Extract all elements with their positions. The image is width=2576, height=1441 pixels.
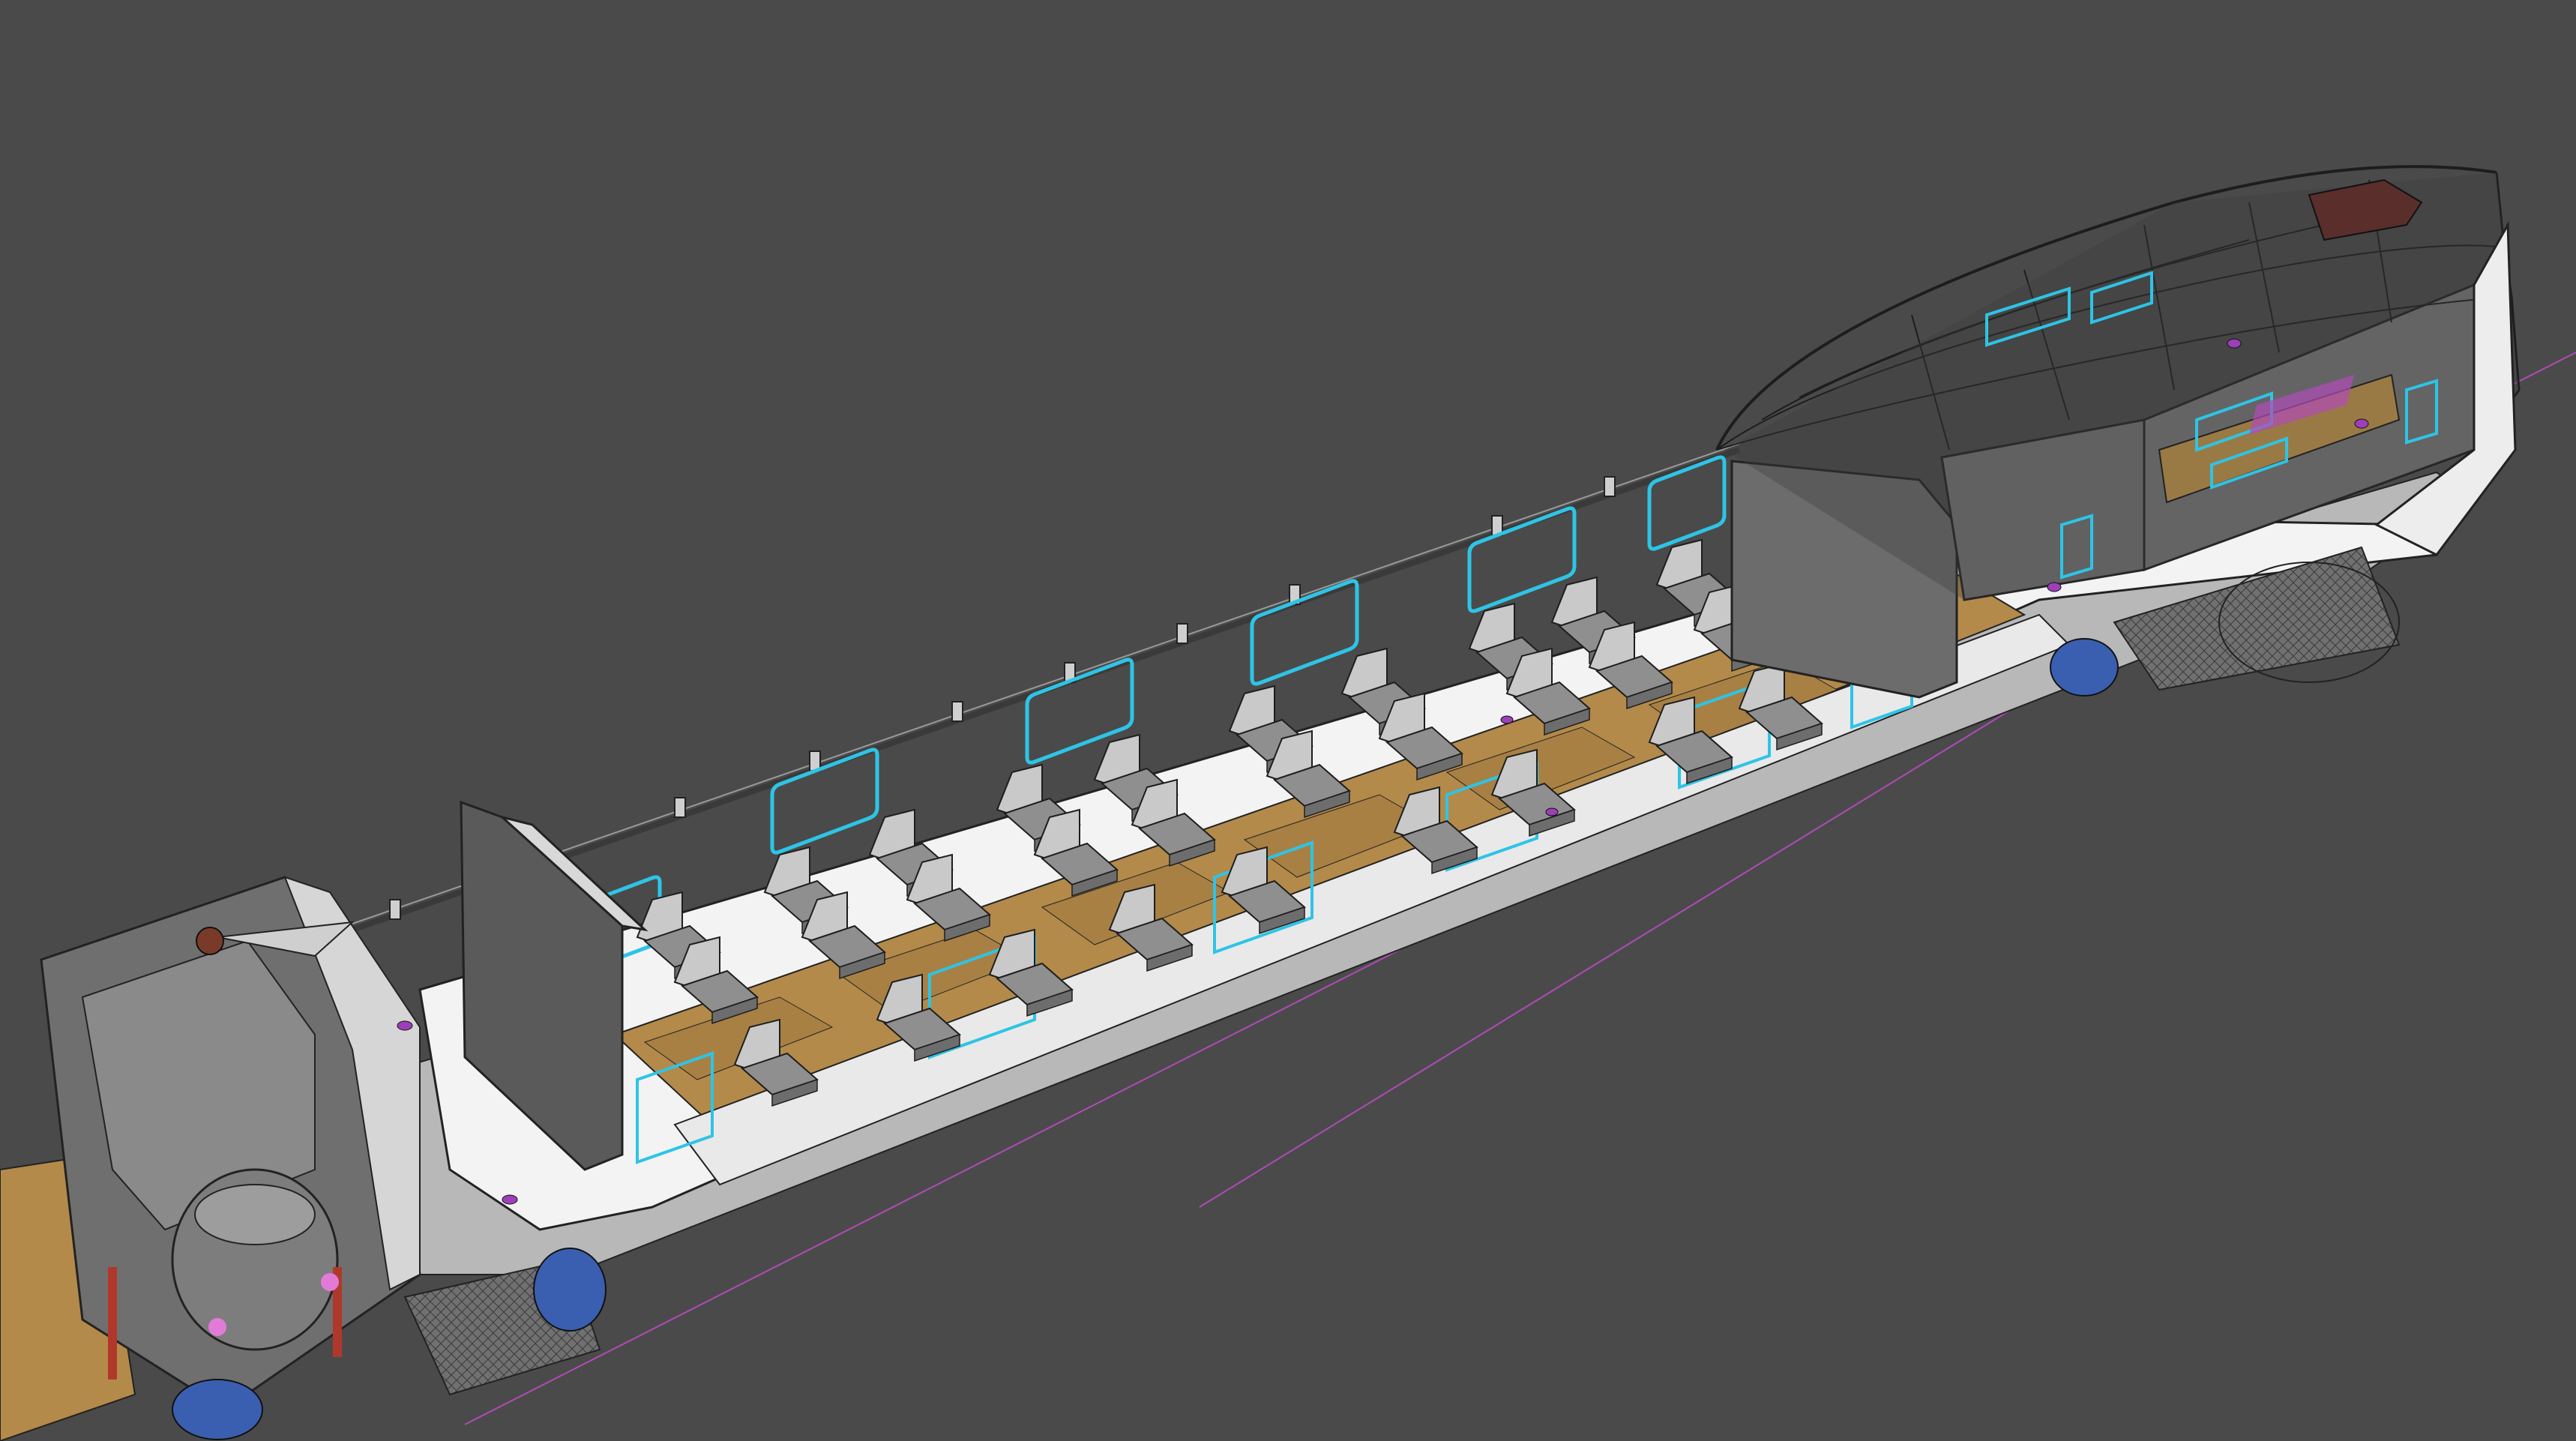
train-car-cutaway-scene[interactable]: [0, 0, 2576, 1441]
3d-viewport[interactable]: [0, 0, 2576, 1441]
rear-end-assembly: [0, 876, 421, 1441]
